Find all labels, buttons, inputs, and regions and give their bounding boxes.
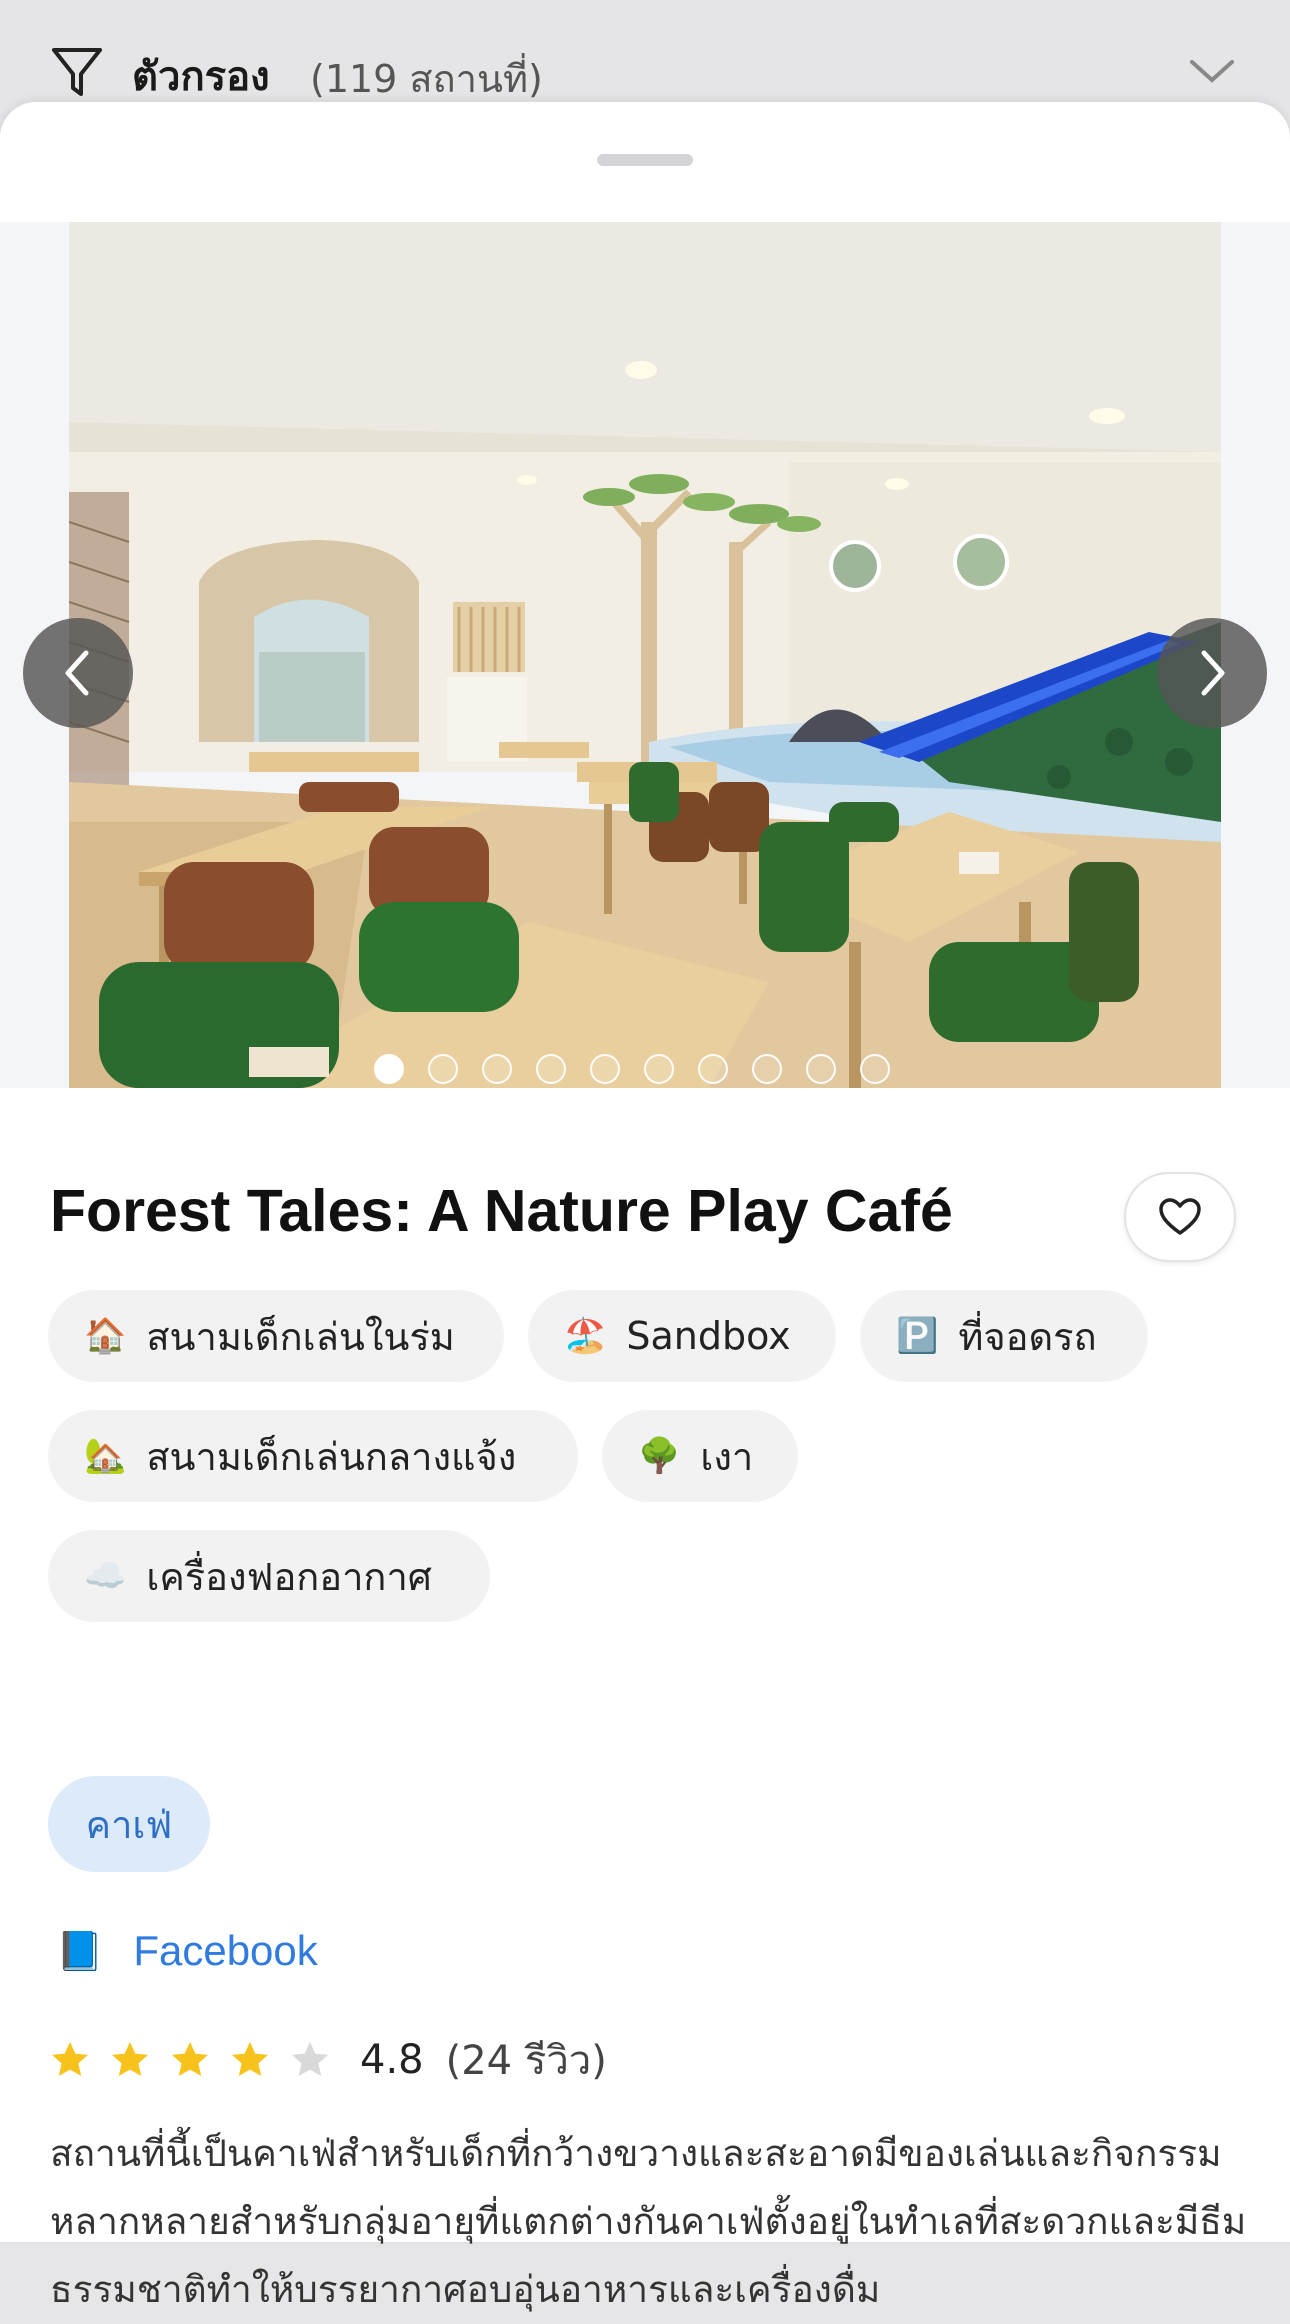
gallery-dot[interactable] (698, 1054, 728, 1084)
amenity-chip: 🅿️ ที่จอดรถ (860, 1290, 1148, 1382)
filter-count: (119 สถานที่) (310, 57, 543, 101)
star-icon (52, 2042, 88, 2076)
place-detail-sheet: Forest Tales: A Nature Play Café 🏠 สนามเ… (0, 102, 1290, 2311)
filter-icon (52, 48, 102, 96)
category-chip[interactable]: คาเฟ่ (48, 1776, 210, 1872)
gallery-pagination (374, 1054, 890, 1084)
house-garden-icon: 🏡 (84, 1436, 127, 1476)
amenity-label: ที่จอดรถ (958, 1314, 1097, 1359)
cafe-interior-image (69, 222, 1221, 1088)
rating: 4.8 (24 รีวิว) (50, 2032, 607, 2088)
heart-icon (1159, 1198, 1201, 1235)
amenity-label: เครื่องฟอกอากาศ (146, 1554, 432, 1599)
place-name: Forest Tales: A Nature Play Café (50, 1178, 953, 1244)
chevron-down-icon[interactable] (1188, 56, 1236, 86)
filter-title: ตัวกรอง (132, 54, 270, 100)
gallery-dot[interactable] (860, 1054, 890, 1084)
beach-umbrella-icon: 🏖️ (564, 1316, 607, 1356)
amenity-chip: 🏠 สนามเด็กเล่นในร่ม (48, 1290, 504, 1382)
gallery-dot[interactable] (752, 1054, 782, 1084)
star-icon (292, 2042, 328, 2076)
gallery-next-button[interactable] (1157, 618, 1267, 728)
house-icon: 🏠 (84, 1316, 127, 1356)
star-icon (112, 2042, 148, 2076)
star-rating (50, 2040, 350, 2080)
review-count[interactable]: (24 รีวิว) (446, 2028, 607, 2092)
gallery-dot[interactable] (644, 1054, 674, 1084)
place-photo[interactable] (69, 222, 1221, 1088)
gallery-prev-button[interactable] (23, 618, 133, 728)
favorite-button[interactable] (1124, 1172, 1236, 1262)
sheet-drag-handle[interactable] (597, 154, 693, 166)
chevron-right-icon (1201, 650, 1225, 696)
amenity-label: เงา (700, 1434, 754, 1479)
place-description: สถานที่นี้เป็นคาเฟ่สำหรับเด็กที่กว้างขวา… (50, 2132, 1247, 2311)
amenity-chip: 🏖️ Sandbox (528, 1290, 836, 1382)
facebook-link-label[interactable]: Facebook (133, 1927, 317, 1975)
star-icon (232, 2042, 268, 2076)
facebook-link[interactable]: 📘 Facebook (56, 1926, 318, 1976)
amenity-label: สนามเด็กเล่นกลางแจ้ง (146, 1434, 517, 1479)
gallery-dot[interactable] (806, 1054, 836, 1084)
blue-book-icon: 📘 (56, 1928, 104, 1973)
amenity-chip: ☁️ เครื่องฟอกอากาศ (48, 1530, 490, 1622)
gallery-dot[interactable] (590, 1054, 620, 1084)
amenity-chip: 🌳 เงา (602, 1410, 798, 1502)
gallery-dot[interactable] (428, 1054, 458, 1084)
gallery-dot[interactable] (536, 1054, 566, 1084)
star-icon (172, 2042, 208, 2076)
amenity-label: Sandbox (626, 1314, 791, 1358)
tree-icon: 🌳 (638, 1436, 681, 1476)
rating-value: 4.8 (360, 2037, 424, 2083)
chevron-left-icon (65, 650, 89, 696)
gallery-dot[interactable] (482, 1054, 512, 1084)
amenity-label: สนามเด็กเล่นในร่ม (146, 1314, 455, 1359)
cloud-icon: ☁️ (84, 1556, 127, 1596)
gallery-dot[interactable] (374, 1054, 404, 1084)
parking-icon: 🅿️ (896, 1316, 939, 1356)
amenity-chip: 🏡 สนามเด็กเล่นกลางแจ้ง (48, 1410, 578, 1502)
